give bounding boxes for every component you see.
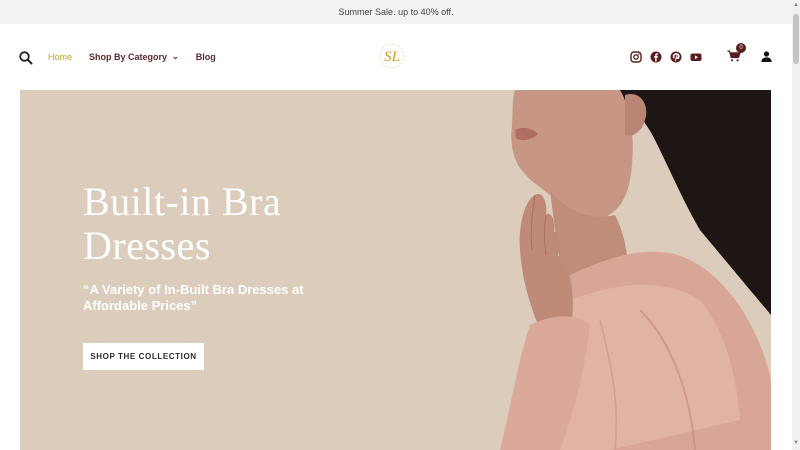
account-icon[interactable] [761, 51, 772, 62]
nav-item-blog[interactable]: Blog [196, 50, 216, 64]
announcement-text: Summer Sale. up to 40% off. [338, 7, 454, 17]
instagram-icon[interactable] [630, 51, 642, 63]
nav-item-shop-by-category[interactable]: Shop By Category ⌄ [89, 50, 179, 64]
hero-subtitle: “A Variety of In-Built Bra Dresses at Af… [83, 282, 304, 313]
logo-mark: SL [384, 49, 400, 65]
nav-item-label: Shop By Category [89, 52, 168, 62]
social-links [630, 51, 702, 63]
nav-item-home[interactable]: Home [48, 50, 72, 64]
scroll-down-arrow-icon[interactable]: ▼ [793, 440, 799, 448]
scrollbar-track[interactable] [792, 0, 800, 450]
scroll-up-arrow-icon[interactable]: ▲ [793, 2, 799, 10]
cart-count-badge: 0 [736, 43, 746, 53]
chevron-down-icon: ⌄ [172, 51, 179, 61]
main-nav: Home Shop By Category ⌄ Blog [48, 50, 233, 64]
scrollbar-thumb[interactable] [793, 14, 799, 64]
site-header: Home Shop By Category ⌄ Blog SL 0 [0, 24, 792, 90]
facebook-icon[interactable] [650, 51, 662, 63]
site-logo[interactable]: SL [378, 41, 406, 71]
hero-title: Built-in Bra Dresses [83, 179, 282, 268]
hero-banner: Built-in Bra Dresses “A Variety of In-Bu… [20, 90, 771, 450]
search-icon[interactable] [18, 50, 34, 66]
model-photo [500, 90, 771, 450]
page: Summer Sale. up to 40% off. Home Shop By… [0, 0, 800, 450]
announcement-bar: Summer Sale. up to 40% off. [0, 0, 792, 24]
pinterest-icon[interactable] [670, 51, 682, 63]
youtube-icon[interactable] [690, 51, 702, 63]
shop-collection-button[interactable]: SHOP THE COLLECTION [83, 343, 204, 370]
